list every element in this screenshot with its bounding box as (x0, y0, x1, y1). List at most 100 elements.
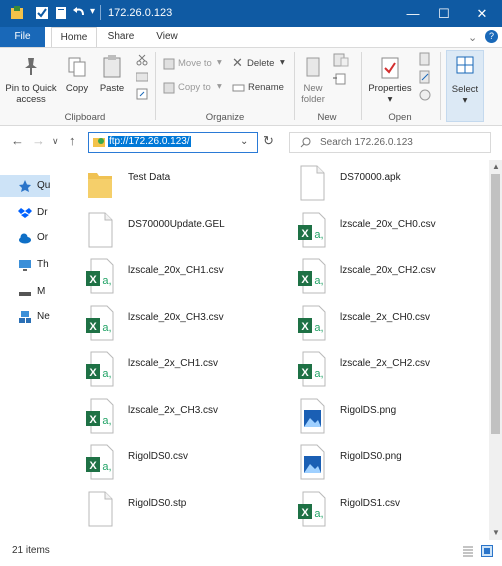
file-item[interactable]: RigolDS0.stp (72, 486, 272, 532)
sidebar-item-quick-access[interactable]: Qu (0, 175, 50, 197)
title-divider (100, 5, 101, 20)
sidebar-item-label: Qu (37, 180, 50, 191)
new-folder-quick-icon[interactable] (53, 5, 69, 21)
properties-quick-icon[interactable] (34, 5, 50, 21)
up-arrow-icon[interactable]: ↑ (69, 133, 76, 148)
svg-text:X: X (301, 507, 309, 519)
file-item[interactable]: Xa, RigolDS0.csv (72, 439, 272, 485)
select-label: Select (451, 84, 479, 95)
sidebar-item-dropbox[interactable]: Dr (0, 202, 50, 224)
cut-icon[interactable] (136, 54, 148, 66)
address-dropdown-icon[interactable]: ⌄ (240, 136, 248, 147)
pin-to-quick-access-button[interactable]: Pin to Quick access (2, 52, 60, 106)
paste-shortcut-icon[interactable] (136, 88, 148, 100)
sidebar-item-drive[interactable]: M (0, 281, 50, 303)
rename-button[interactable]: Rename (230, 80, 290, 96)
window-title: 172.26.0.123 (108, 7, 173, 19)
svg-text:X: X (89, 460, 97, 472)
address-bar[interactable]: ftp://172.26.0.123/ ⌄ (88, 132, 258, 153)
move-to-button[interactable]: Move to ▾ (161, 56, 227, 72)
file-item[interactable]: RigolDS.png (284, 393, 484, 439)
new-folder-button[interactable]: New folder (297, 52, 329, 106)
file-item[interactable]: DS70000Update.GEL (72, 207, 272, 253)
recent-locations-icon[interactable]: ∨ (52, 136, 59, 147)
refresh-icon[interactable]: ↻ (263, 133, 274, 149)
copy-to-label: Copy to (178, 82, 211, 93)
document-icon (300, 165, 325, 201)
copy-to-button[interactable]: Copy to ▾ (161, 80, 227, 96)
close-button[interactable]: ✕ (462, 0, 502, 27)
open-icon[interactable] (418, 52, 432, 66)
copy-path-icon[interactable] (136, 72, 148, 82)
properties-button[interactable]: Properties ▾ (364, 52, 416, 106)
tab-home[interactable]: Home (51, 27, 97, 48)
undo-icon[interactable] (71, 5, 87, 21)
copy-button[interactable]: Copy (62, 52, 92, 106)
tab-share[interactable]: Share (101, 27, 141, 47)
vertical-scrollbar[interactable]: ▲ ▼ (489, 160, 502, 540)
tab-view[interactable]: View (147, 27, 187, 47)
help-icon[interactable]: ? (485, 30, 498, 43)
edit-icon[interactable] (418, 70, 432, 84)
excel-csv-icon: Xa, (86, 398, 114, 434)
file-item[interactable]: Xa, lzscale_20x_CH2.csv (284, 253, 484, 299)
large-icons-view-icon[interactable] (481, 545, 493, 557)
forward-arrow-icon[interactable]: → (32, 133, 45, 148)
file-item[interactable]: Xa, lzscale_2x_CH2.csv (284, 346, 484, 392)
file-item[interactable]: Xa, lzscale_20x_CH1.csv (72, 253, 272, 299)
ribbon-separator (155, 52, 156, 120)
maximize-button[interactable]: ☐ (424, 0, 464, 27)
svg-text:X: X (301, 321, 309, 333)
scroll-down-icon[interactable]: ▼ (492, 528, 500, 537)
svg-text:a,: a, (314, 508, 323, 520)
excel-csv-icon: Xa, (298, 212, 326, 248)
delete-button[interactable]: ✕ Delete ▾ (230, 55, 290, 72)
svg-text:a,: a, (102, 368, 111, 380)
paste-icon (103, 55, 121, 78)
delete-dropdown-icon: ▾ (280, 57, 285, 68)
quick-access-dropdown-icon[interactable]: ▾ (90, 6, 95, 17)
paste-button[interactable]: Paste (96, 52, 128, 106)
file-item[interactable]: Xa, lzscale_2x_CH3.csv (72, 393, 272, 439)
select-button[interactable]: Select ▾ (446, 50, 484, 122)
details-view-icon[interactable] (462, 545, 474, 557)
copy-icon (68, 57, 86, 77)
ribbon-separator (440, 52, 441, 120)
file-item[interactable]: Test Data (72, 160, 272, 206)
file-name: DS70000Update.GEL (128, 219, 225, 230)
file-item[interactable]: Xa, lzscale_2x_CH1.csv (72, 346, 272, 392)
file-name: DS70000.apk (340, 172, 401, 183)
excel-csv-icon: Xa, (86, 258, 114, 294)
paste-label: Paste (99, 83, 125, 94)
scrollbar-thumb[interactable] (491, 174, 500, 434)
excel-csv-icon: Xa, (298, 491, 326, 527)
file-name: RigolDS.png (340, 405, 397, 416)
easy-access-icon[interactable] (332, 72, 350, 86)
svg-text:a,: a, (102, 415, 111, 427)
history-icon[interactable] (418, 88, 432, 102)
expand-ribbon-icon[interactable]: ⌄ (468, 31, 477, 44)
back-arrow-icon[interactable]: ← (11, 133, 24, 148)
scroll-up-icon[interactable]: ▲ (492, 162, 500, 171)
file-item[interactable]: Xa, lzscale_20x_CH0.csv (284, 207, 484, 253)
sidebar-item-this-pc[interactable]: Th (0, 254, 50, 276)
search-input[interactable]: Search 172.26.0.123 (289, 132, 491, 153)
explorer-app-icon[interactable] (9, 5, 25, 21)
document-icon (88, 212, 113, 248)
address-row: ← → ∨ ↑ ftp://172.26.0.123/ ⌄ ↻ Search 1… (0, 126, 502, 158)
new-item-icon[interactable] (332, 52, 350, 68)
drive-icon (19, 292, 31, 296)
sidebar-item-network[interactable]: Ne (0, 306, 50, 328)
computer-icon (19, 260, 31, 271)
file-item[interactable]: RigolDS0.png (284, 439, 484, 485)
file-item[interactable]: Xa, RigolDS1.csv (284, 486, 484, 532)
file-item[interactable]: DS70000.apk (284, 160, 484, 206)
sidebar-item-onedrive[interactable]: Or (0, 227, 50, 249)
svg-text:a,: a, (102, 322, 111, 334)
clipboard-group-label: Clipboard (64, 112, 106, 123)
copy-to-dropdown-icon: ▾ (217, 81, 222, 92)
excel-csv-icon: Xa, (86, 351, 114, 387)
move-to-dropdown-icon: ▾ (217, 57, 222, 68)
file-item[interactable]: Xa, lzscale_20x_CH3.csv (72, 300, 272, 346)
file-item[interactable]: Xa, lzscale_2x_CH0.csv (284, 300, 484, 346)
